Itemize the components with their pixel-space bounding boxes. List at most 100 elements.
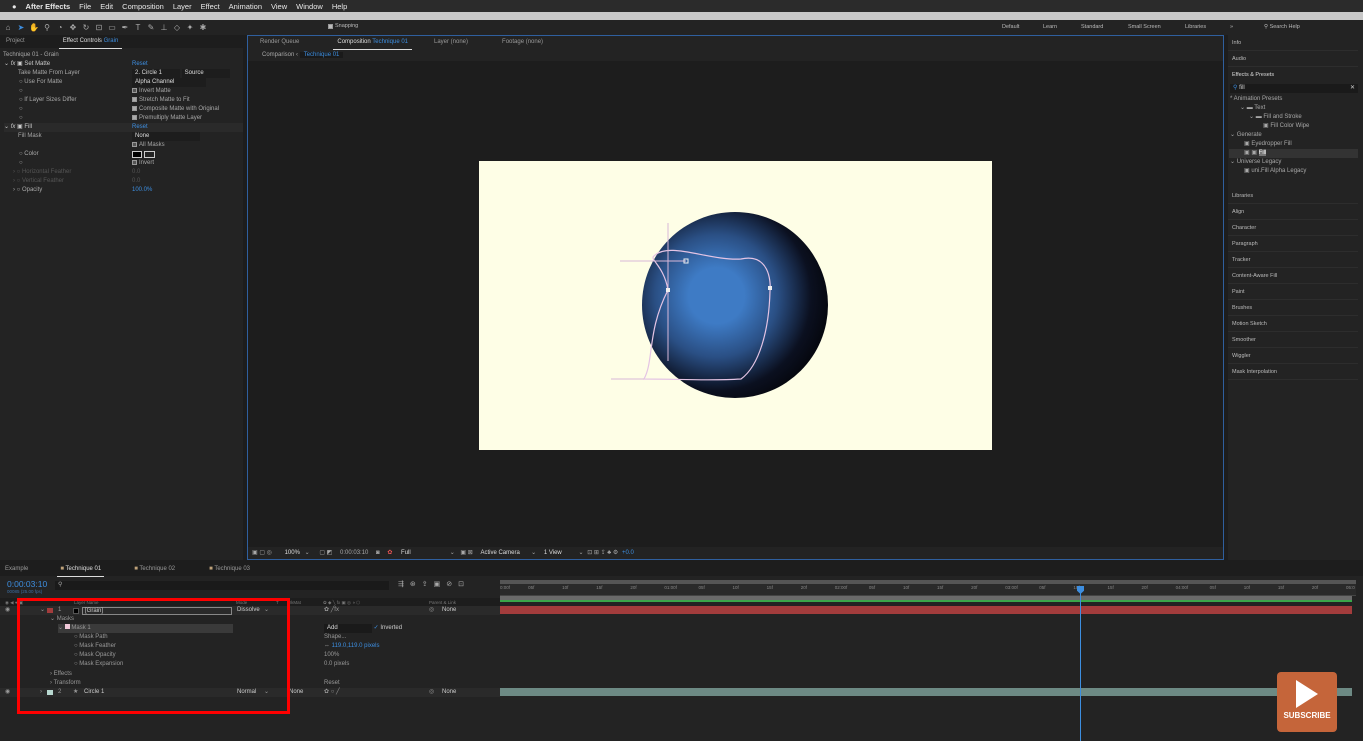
tree-fill-stroke[interactable]: ⌄ ▬ Fill and Stroke — [1249, 113, 1302, 122]
tree-animation-presets[interactable]: * Animation Presets — [1230, 95, 1282, 104]
panel-info[interactable]: Info — [1228, 35, 1358, 51]
effect-fill[interactable]: ⌄ fx ▣ Fill — [4, 123, 243, 132]
layer-bar-circle[interactable] — [500, 688, 1352, 696]
workspace-small-screen[interactable]: Small Screen — [1128, 20, 1161, 35]
tree-fill[interactable]: ▣ ▣ Fill — [1229, 149, 1358, 158]
take-matte-dropdown[interactable]: 2. Circle 1 — [132, 69, 180, 78]
footer-tools-icons[interactable]: ⊡ ⊞ ⇪ ♣ ⚙ — [587, 550, 618, 556]
panel-paragraph[interactable]: Paragraph — [1228, 236, 1358, 252]
layer-bar-grain[interactable] — [500, 606, 1352, 614]
stopwatch-icon[interactable]: ○ — [19, 87, 23, 96]
workspace-default[interactable]: Default — [1002, 20, 1019, 35]
snapshot-icon[interactable]: ◙ — [376, 550, 380, 556]
shape-tool-icon[interactable]: ▭ — [107, 23, 117, 33]
set-matte-reset[interactable]: Reset — [132, 60, 148, 69]
trkmat-dropdown[interactable]: None — [289, 688, 303, 697]
type-tool-icon[interactable]: T — [133, 23, 143, 33]
channel-icon[interactable]: ✿ — [387, 550, 392, 556]
time-ruler[interactable]: 0:00f 05f 10f 15f 20f 01:00f 05f 10f 15f 20f 02:00… — [500, 584, 1356, 596]
subscribe-button[interactable]: SUBSCRIBE — [1277, 672, 1337, 732]
composite-checkbox[interactable]: Composite Matte with Original — [132, 105, 219, 114]
home-icon[interactable]: ⌂ — [3, 23, 13, 33]
tab-technique-01[interactable]: ■ Technique 01 — [57, 563, 105, 577]
menu-help[interactable]: Help — [332, 2, 347, 11]
zoom-tool-icon[interactable]: ⚲ — [42, 23, 52, 33]
pickwhip-icon[interactable]: ◎ — [429, 688, 434, 697]
panel-motion-sketch[interactable]: Motion Sketch — [1228, 316, 1358, 332]
panel-audio[interactable]: Audio — [1228, 51, 1358, 67]
composition-canvas[interactable] — [479, 161, 992, 450]
views-dropdown[interactable]: 1 View — [541, 547, 577, 559]
mask-mode-dropdown[interactable]: Add — [324, 624, 372, 633]
tree-uni-fill[interactable]: ▣ uni.Fill Alpha Legacy — [1244, 167, 1306, 176]
tree-universe-legacy[interactable]: ⌄ Universe Legacy — [1230, 158, 1281, 167]
tab-technique-03[interactable]: ■ Technique 03 — [197, 563, 262, 576]
stretch-checkbox[interactable]: Stretch Matte to Fit — [132, 96, 190, 105]
mask-opacity-value[interactable]: 100% — [324, 651, 424, 660]
panel-paint[interactable]: Paint — [1228, 284, 1358, 300]
timeline-search-input[interactable]: ⚲ — [55, 581, 389, 590]
rotate-tool-icon[interactable]: ↻ — [81, 23, 91, 33]
zoom-dropdown[interactable]: 100% — [282, 547, 303, 559]
menu-window[interactable]: Window — [296, 2, 323, 11]
panel-wiggler[interactable]: Wiggler — [1228, 348, 1358, 364]
tab-footage[interactable]: Footage (none) — [490, 36, 555, 49]
parent-dropdown[interactable]: None — [442, 688, 456, 697]
tree-eyedropper-fill[interactable]: ▣ Eyedropper Fill — [1244, 140, 1292, 149]
mask-feather-value[interactable]: ⇔ 119.0,119.0 pixels — [324, 642, 424, 651]
tab-technique-02[interactable]: ■ Technique 02 — [122, 563, 187, 576]
tree-text[interactable]: ⌄ ▬ Text — [1240, 104, 1265, 113]
tree-generate[interactable]: ⌄ Generate — [1230, 131, 1262, 140]
clear-search-icon[interactable]: ✕ — [1350, 84, 1355, 93]
eyedropper-icon[interactable] — [143, 151, 155, 158]
region-icon[interactable]: ▣ ⊠ — [460, 550, 472, 556]
brush-tool-icon[interactable]: ✎ — [146, 23, 156, 33]
comp-crumb[interactable]: Technique 01 — [299, 52, 344, 58]
tab-effect-controls[interactable]: Effect Controls Grain — [58, 35, 123, 49]
stopwatch-icon[interactable]: ○ — [19, 159, 23, 168]
menu-view[interactable]: View — [271, 2, 287, 11]
mask-vertex[interactable] — [666, 288, 670, 292]
premultiply-checkbox[interactable]: Premultiply Matte Layer — [132, 114, 202, 123]
eraser-tool-icon[interactable]: ◇ — [172, 23, 182, 33]
pan-tool-icon[interactable]: ✥ — [68, 23, 78, 33]
layer-switches[interactable]: ✿ ○ ╱ — [324, 688, 340, 697]
workspace-standard[interactable]: Standard — [1081, 20, 1103, 35]
more-workspaces-icon[interactable]: » — [1230, 20, 1233, 35]
comparison-label[interactable]: Comparison — [262, 52, 294, 58]
menu-animation[interactable]: Animation — [229, 2, 262, 11]
timeline-switch-icons[interactable]: ⇶⊛⇪▣⊘⊡ — [398, 580, 470, 588]
anchor-tool-icon[interactable]: ⊡ — [94, 23, 104, 33]
panel-effects-presets[interactable]: Effects & Presets — [1228, 67, 1358, 83]
preview-icons[interactable]: ▣ ▢ ◎ — [252, 550, 272, 556]
panel-smoother[interactable]: Smoother — [1228, 332, 1358, 348]
fill-mask-dropdown[interactable]: None — [132, 132, 200, 141]
puppet-tool-icon[interactable]: ✱ — [198, 23, 208, 33]
roto-tool-icon[interactable]: ✦ — [185, 23, 195, 33]
workspace-learn[interactable]: Learn — [1043, 20, 1057, 35]
parent-dropdown[interactable]: None — [442, 606, 456, 615]
mask-path-value[interactable]: Shape... — [324, 633, 424, 642]
mask-vertex[interactable] — [768, 286, 772, 290]
panel-libraries[interactable]: Libraries — [1228, 188, 1358, 204]
stopwatch-icon[interactable]: ○ — [19, 105, 23, 114]
timeline-timecode[interactable]: 0:00:03:10 — [7, 579, 47, 589]
stamp-tool-icon[interactable]: ⊥ — [159, 23, 169, 33]
pen-tool-icon[interactable]: ✒ — [120, 23, 130, 33]
menu-app[interactable]: After Effects — [26, 2, 71, 11]
use-for-matte-dropdown[interactable]: Alpha Channel — [132, 78, 206, 87]
hand-tool-icon[interactable]: ✋ — [29, 23, 39, 33]
playhead[interactable] — [1080, 586, 1081, 741]
panel-mask-interpolation[interactable]: Mask Interpolation — [1228, 364, 1358, 380]
panel-align[interactable]: Align — [1228, 204, 1358, 220]
fill-reset[interactable]: Reset — [132, 123, 148, 132]
invert-matte-checkbox[interactable]: Invert Matte — [132, 87, 171, 96]
inverted-checkbox[interactable]: ✓ — [374, 625, 379, 631]
panel-brushes[interactable]: Brushes — [1228, 300, 1358, 316]
tab-layer[interactable]: Layer (none) — [422, 36, 480, 49]
transform-reset[interactable]: Reset — [324, 679, 384, 688]
snapping-toggle[interactable]: Snapping — [328, 23, 358, 29]
panel-content-aware-fill[interactable]: Content-Aware Fill — [1228, 268, 1358, 284]
source-dropdown[interactable]: Source — [181, 69, 230, 78]
resolution-dropdown[interactable]: Full — [398, 547, 448, 559]
